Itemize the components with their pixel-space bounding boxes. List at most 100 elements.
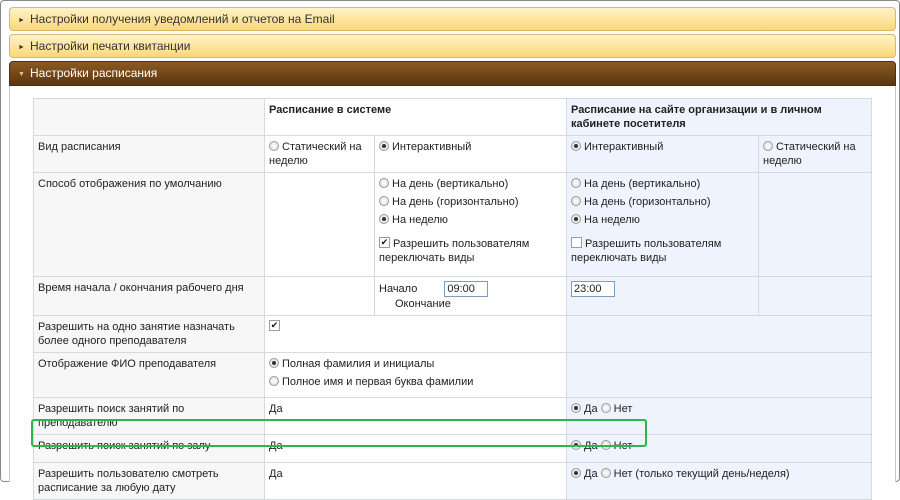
any-date-no[interactable]: Нет (только текущий день/неделя)	[600, 468, 790, 480]
row-search-hall: Разрешить поиск занятий по залу Да Да Не…	[33, 434, 873, 463]
teacher-name-short[interactable]: Полное имя и первая буква фамилии	[269, 375, 562, 389]
search-teacher-yes[interactable]: Да	[571, 403, 598, 415]
site-static-radio[interactable]	[763, 141, 773, 151]
row-multi-teacher-label: Разрешить на одно занятие назначать боле…	[33, 315, 265, 353]
option-label: На день (вертикально)	[392, 178, 509, 190]
sys-allow-switch[interactable]: Разрешить пользователям переключать виды	[379, 237, 562, 265]
site-interactive-radio[interactable]	[571, 141, 581, 151]
multi-teacher-cell	[264, 315, 567, 353]
site-interactive-option[interactable]: Интерактивный	[566, 135, 759, 173]
radio[interactable]	[600, 468, 611, 478]
option-label: На день (горизонтально)	[584, 196, 711, 208]
option-label: Да	[584, 403, 598, 415]
row-search-hall-label: Разрешить поиск занятий по залу	[33, 434, 265, 463]
site-allow-switch-label: Разрешить пользователям переключать виды	[571, 238, 722, 264]
radio[interactable]	[571, 214, 581, 224]
radio[interactable]	[379, 214, 389, 224]
sys-static-radio[interactable]	[269, 141, 279, 151]
start-time-input[interactable]: 09:00	[444, 281, 489, 297]
sys-interactive-option[interactable]: Интерактивный	[374, 135, 567, 173]
radio[interactable]	[571, 403, 581, 413]
search-hall-no[interactable]: Нет	[600, 440, 633, 452]
option-label: На день (вертикально)	[584, 178, 701, 190]
radio[interactable]	[379, 196, 389, 206]
search-hall-yes[interactable]: Да	[571, 440, 598, 452]
sys-start-time: Начало 09:00 Окончание	[374, 276, 567, 316]
option-label: Да	[584, 468, 598, 480]
site-time-empty	[757, 276, 873, 316]
option-label: Да	[584, 440, 598, 452]
search-teacher-site-options: Да Нет	[565, 397, 873, 435]
start-time-label: Начало	[379, 282, 418, 295]
radio[interactable]	[571, 468, 581, 478]
header-empty-cell	[33, 98, 265, 136]
any-date-site-options: Да Нет (только текущий день/неделя)	[565, 462, 873, 500]
sys-display-options: На день (вертикально) На день (горизонта…	[374, 172, 567, 277]
search-teacher-sys-value: Да	[264, 397, 567, 435]
any-date-yes[interactable]: Да	[571, 468, 598, 480]
site-end-time: 23:00	[566, 276, 759, 316]
row-search-teacher-label: Разрешить поиск занятий по преподавателю	[33, 397, 265, 435]
site-allow-switch[interactable]: Разрешить пользователям переключать виды	[571, 237, 754, 265]
radio[interactable]	[600, 440, 611, 450]
triangle-down-icon: ▼	[18, 71, 25, 78]
sys-static-option[interactable]: Статический на неделю	[264, 135, 375, 173]
header-system: Расписание в системе	[264, 98, 567, 136]
site-display-day-vertical[interactable]: На день (вертикально)	[571, 177, 754, 191]
radio[interactable]	[571, 196, 581, 206]
site-allow-switch-checkbox[interactable]	[571, 237, 582, 248]
row-any-date-label: Разрешить пользователю смотреть расписан…	[33, 462, 265, 500]
sys-interactive-radio[interactable]	[379, 141, 389, 151]
row-view-label: Вид расписания	[33, 135, 265, 173]
row-view: Вид расписания Статический на неделю Инт…	[33, 135, 873, 173]
option-label: Нет (только текущий день/неделя)	[613, 468, 790, 480]
row-multi-teacher: Разрешить на одно занятие назначать боле…	[33, 315, 873, 353]
schedule-settings-panel: Расписание в системе Расписание на сайте…	[9, 86, 896, 500]
accordion-email-title: Настройки получения уведомлений и отчето…	[30, 12, 335, 26]
search-teacher-no[interactable]: Нет	[600, 403, 633, 415]
row-teacher-name: Отображение ФИО преподавателя Полная фам…	[33, 352, 873, 398]
accordion-receipt-print[interactable]: ► Настройки печати квитанции	[9, 34, 896, 58]
sys-display-day-horizontal[interactable]: На день (горизонтально)	[379, 195, 562, 209]
accordion-schedule-title: Настройки расписания	[30, 66, 158, 80]
sys-display-empty	[264, 172, 375, 277]
row-time: Время начала / окончания рабочего дня На…	[33, 276, 873, 316]
site-display-empty	[757, 172, 873, 277]
option-label: Полная фамилия и инициалы	[282, 358, 435, 370]
option-label: Нет	[613, 403, 633, 415]
option-label: Полное имя и первая буква фамилии	[282, 376, 474, 388]
radio[interactable]	[269, 376, 279, 386]
sys-allow-switch-label: Разрешить пользователям переключать виды	[379, 238, 530, 264]
row-time-label: Время начала / окончания рабочего дня	[33, 276, 265, 316]
site-display-day-horizontal[interactable]: На день (горизонтально)	[571, 195, 754, 209]
table-header-row: Расписание в системе Расписание на сайте…	[33, 98, 873, 136]
end-time-label: Окончание	[395, 298, 451, 310]
sys-allow-switch-checkbox[interactable]	[379, 237, 390, 248]
sys-display-day-vertical[interactable]: На день (вертикально)	[379, 177, 562, 191]
teacher-name-full[interactable]: Полная фамилия и инициалы	[269, 357, 562, 371]
site-display-week[interactable]: На неделю	[571, 213, 754, 227]
site-static-label: Статический на неделю	[763, 141, 856, 167]
row-display-label: Способ отображения по умолчанию	[33, 172, 265, 277]
row-display: Способ отображения по умолчанию На день …	[33, 172, 873, 277]
radio[interactable]	[269, 358, 279, 368]
radio[interactable]	[571, 440, 581, 450]
multi-teacher-checkbox[interactable]	[269, 320, 280, 331]
radio[interactable]	[571, 178, 581, 188]
sys-time-empty	[264, 276, 375, 316]
option-label: На неделю	[392, 214, 448, 226]
end-time-input[interactable]: 23:00	[571, 281, 615, 297]
multi-teacher-site-empty	[565, 315, 873, 353]
search-hall-site-options: Да Нет	[565, 434, 873, 463]
option-label: Нет	[613, 440, 633, 452]
accordion-schedule-settings[interactable]: ▼ Настройки расписания	[9, 61, 896, 86]
radio[interactable]	[379, 178, 389, 188]
radio[interactable]	[600, 403, 611, 413]
schedule-settings-table: Расписание в системе Расписание на сайте…	[33, 98, 873, 500]
triangle-right-icon: ►	[18, 44, 25, 51]
option-label: На день (горизонтально)	[392, 196, 519, 208]
row-search-teacher: Разрешить поиск занятий по преподавателю…	[33, 397, 873, 435]
accordion-email-settings[interactable]: ► Настройки получения уведомлений и отчет…	[9, 7, 896, 31]
site-static-option[interactable]: Статический на неделю	[757, 135, 873, 173]
sys-display-week[interactable]: На неделю	[379, 213, 562, 227]
